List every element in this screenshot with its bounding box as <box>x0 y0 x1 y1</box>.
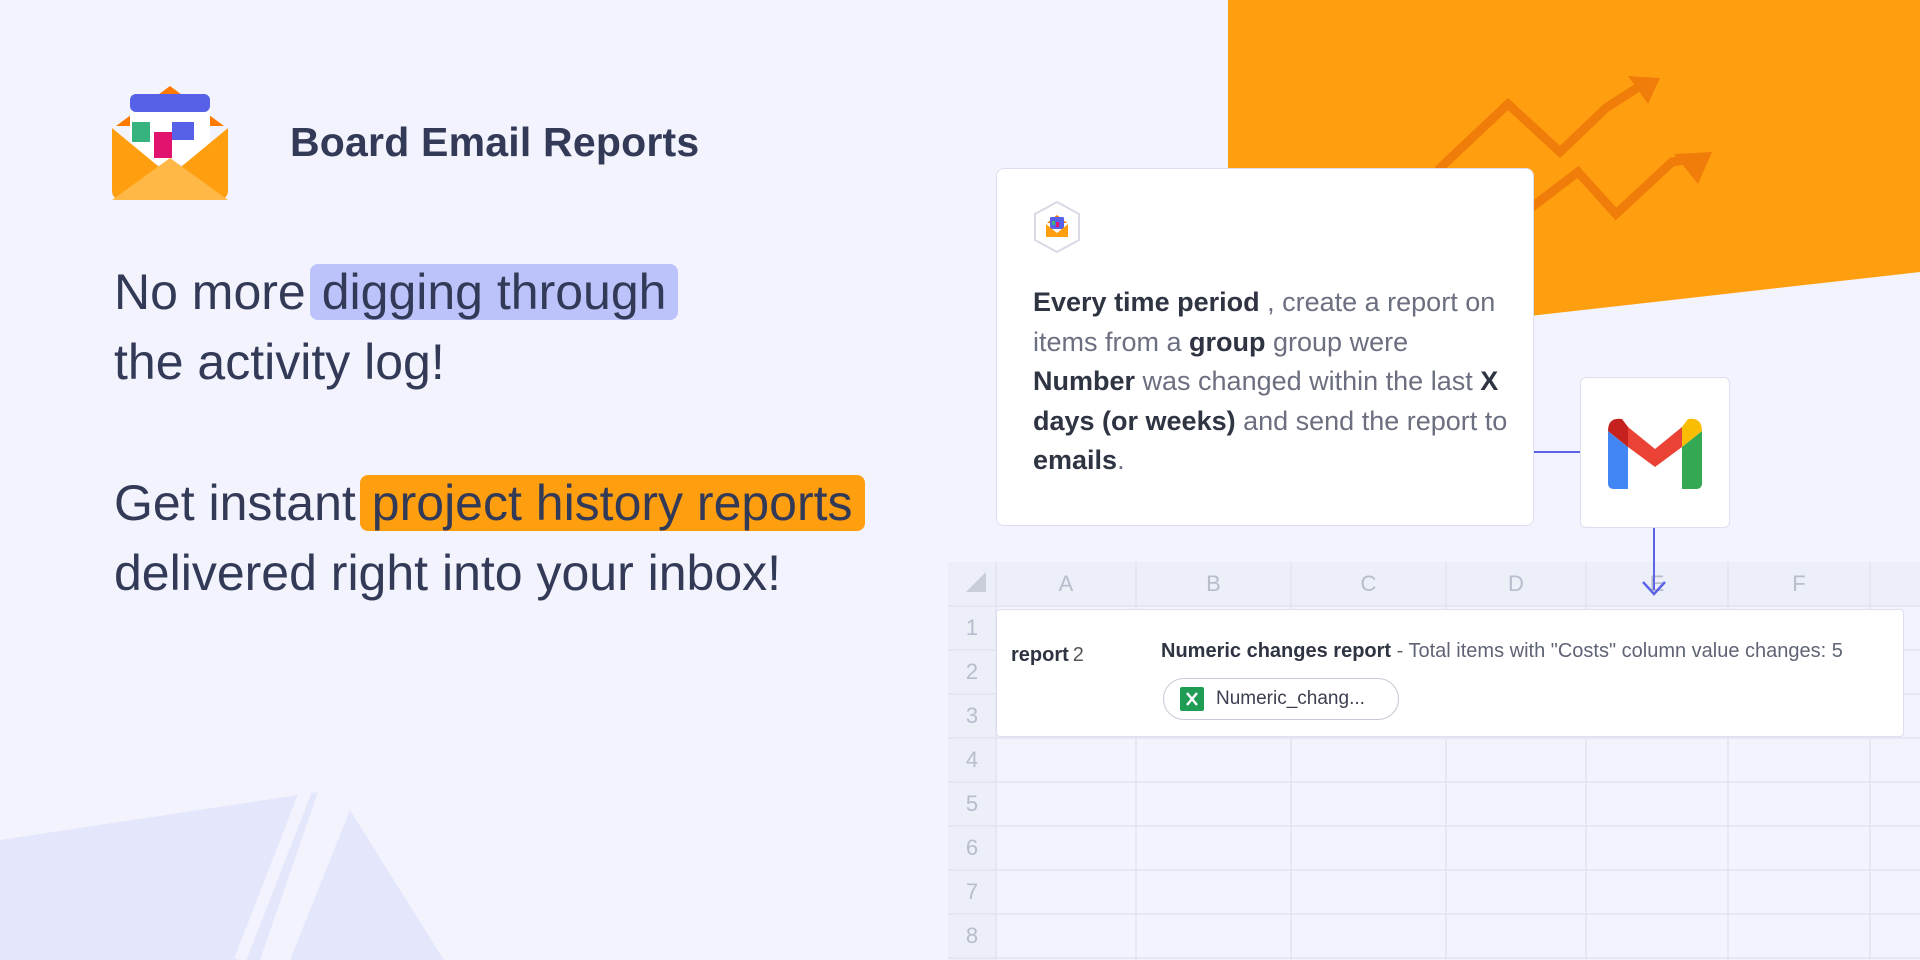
recipe-text: . <box>1117 445 1125 475</box>
report-subject: Numeric changes report - Total items wit… <box>1161 640 1843 663</box>
recipe-text: was changed within the last <box>1135 366 1481 396</box>
recipe-token: group <box>1189 326 1266 357</box>
headline-instant-reports: Get instant project history reports deliv… <box>114 468 865 608</box>
email-report-row[interactable]: report 2 Numeric changes report - Total i… <box>996 609 1904 737</box>
arrow-down-icon <box>1642 581 1666 596</box>
headline-2-prefix: Get instant <box>114 475 356 531</box>
row-header-8: 8 <box>965 923 979 948</box>
row-header-6: 6 <box>965 835 979 860</box>
report-label: report 2 <box>1011 644 1084 667</box>
headline-1-prefix: No more <box>114 264 306 320</box>
row-header-3: 3 <box>965 703 979 728</box>
report-subject-title: Numeric changes report <box>1161 640 1392 662</box>
excel-file-icon <box>1180 687 1204 711</box>
row-header-2: 2 <box>965 659 979 684</box>
row-header-1: 1 <box>965 615 979 640</box>
column-header-d: D <box>1508 571 1524 596</box>
column-header-a: A <box>1058 571 1074 596</box>
recipe-token: Number <box>1033 366 1136 396</box>
report-count: 2 <box>1072 644 1084 666</box>
gmail-icon <box>1608 418 1702 489</box>
headline-1-highlight: digging through <box>309 264 679 320</box>
column-header-f: F <box>1792 571 1806 596</box>
recipe-token: Every time period <box>1033 287 1260 317</box>
row-header-4: 4 <box>965 747 979 772</box>
recipe-text: group were <box>1265 326 1409 357</box>
row-header-7: 7 <box>965 879 979 904</box>
decorative-shapes <box>0 780 444 960</box>
headline-2-suffix: delivered right into your inbox! <box>114 545 782 601</box>
automation-recipe-text: Every time period , create a report on i… <box>1033 283 1513 481</box>
attachment-name: Numeric_chang... <box>1216 688 1365 709</box>
recipe-token: emails <box>1033 445 1118 475</box>
headline-1-suffix: the activity log! <box>114 334 445 390</box>
headline-no-more-digging: No more digging through the activity log! <box>114 257 679 397</box>
column-header-c: C <box>1360 571 1377 596</box>
report-subject-detail: - Total items with "Costs" column value … <box>1391 640 1843 662</box>
recipe-text: and send the report to <box>1235 405 1508 436</box>
automation-recipe-card: Every time period , create a report on i… <box>996 168 1534 526</box>
gmail-card <box>1580 377 1730 528</box>
attachment-chip[interactable]: Numeric_chang... <box>1163 678 1399 720</box>
open-envelope-report-icon <box>112 86 228 200</box>
report-app-icon <box>1034 201 1080 253</box>
column-header-b: B <box>1206 571 1221 596</box>
row-header-5: 5 <box>965 791 979 816</box>
connector-line <box>1534 451 1580 453</box>
app-title: Board Email Reports <box>290 119 700 165</box>
headline-2-highlight: project history reports <box>359 475 865 531</box>
report-label-text: report <box>1011 644 1069 666</box>
